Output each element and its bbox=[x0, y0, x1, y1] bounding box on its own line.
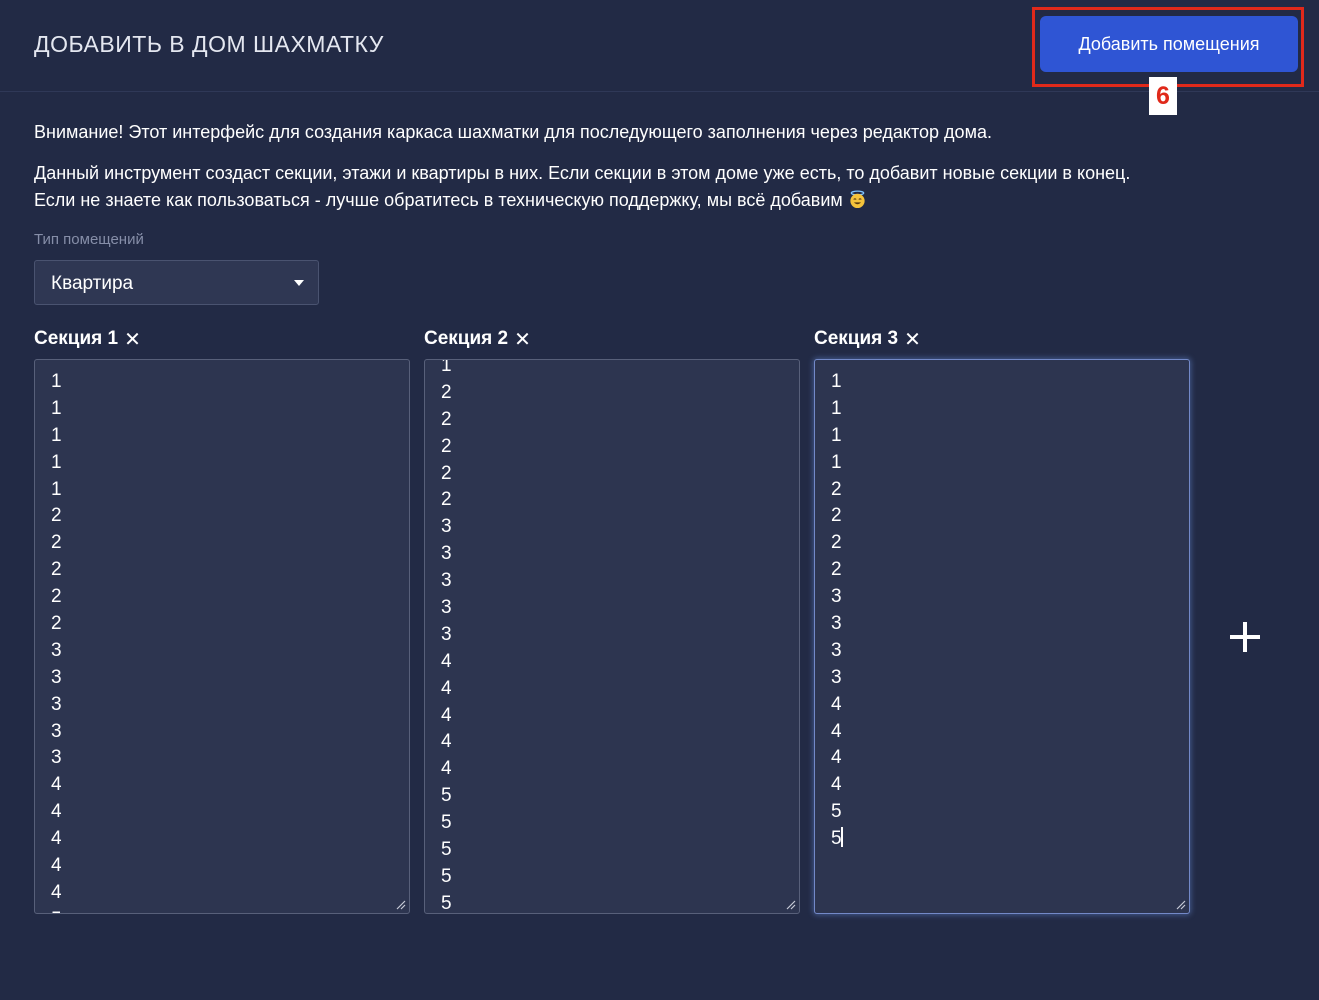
text-cursor bbox=[840, 827, 843, 848]
textarea-line: 2 bbox=[831, 532, 842, 554]
halo-smile-emoji-icon bbox=[850, 190, 865, 209]
header: ДОБАВИТЬ В ДОМ ШАХМАТКУ Добавить помещен… bbox=[0, 0, 1319, 115]
section-header: Секция 2 ✕ bbox=[424, 326, 800, 352]
room-type-value: Квартира bbox=[51, 273, 134, 294]
plus-icon[interactable] bbox=[1222, 614, 1268, 660]
notice-support-line: Если не знаете как пользоваться - лучше … bbox=[34, 187, 1130, 214]
textarea-line: 4 bbox=[441, 677, 452, 699]
textarea-line: 4 bbox=[831, 720, 842, 742]
textarea-line: 1 bbox=[51, 371, 62, 392]
section-2-textarea[interactable]: 1 2 2 2 2 2 3 3 3 3 3 4 4 4 4 4 5 5 5 5 5 bbox=[424, 359, 800, 914]
section-title: Секция 1 bbox=[34, 328, 119, 349]
textarea-line: 1 bbox=[831, 424, 842, 446]
textarea-line: 5 bbox=[51, 907, 62, 913]
page-title: ДОБАВИТЬ В ДОМ ШАХМАТКУ bbox=[34, 31, 384, 57]
textarea-line: 3 bbox=[831, 639, 842, 661]
textarea-line: 3 bbox=[51, 639, 62, 661]
textarea-line: 2 bbox=[831, 559, 842, 581]
textarea-line: 4 bbox=[441, 758, 452, 780]
section-3: Секция 3 ✕ 1 1 1 1 2 2 2 2 3 3 3 3 4 4 4 4 5 5 bbox=[814, 326, 1190, 914]
textarea-line: 4 bbox=[441, 650, 452, 672]
step-badge: 6 bbox=[1149, 77, 1177, 115]
textarea-line: 1 bbox=[831, 397, 842, 419]
textarea-line: 3 bbox=[51, 747, 62, 769]
section-header: Секция 1 ✕ bbox=[34, 326, 410, 352]
notice-warning: Внимание! Этот интерфейс для создания ка… bbox=[34, 122, 992, 142]
room-type-label: Тип помещений bbox=[34, 231, 144, 248]
textarea-line: 2 bbox=[51, 532, 62, 554]
textarea-line: 4 bbox=[831, 774, 842, 796]
chevron-down-icon bbox=[294, 280, 304, 286]
textarea-line: 3 bbox=[51, 693, 62, 715]
textarea-line: 1 bbox=[441, 359, 452, 376]
textarea-line: 5 bbox=[441, 812, 452, 834]
textarea-line: 3 bbox=[831, 613, 842, 635]
resize-grip-icon[interactable] bbox=[786, 900, 796, 910]
textarea-line: 3 bbox=[441, 543, 452, 565]
room-type-select[interactable]: Квартира bbox=[34, 260, 319, 305]
textarea-line: 5 bbox=[441, 839, 452, 861]
textarea-line: 5 bbox=[441, 785, 452, 807]
textarea-line: 1 bbox=[831, 371, 842, 392]
section-header: Секция 3 ✕ bbox=[814, 326, 1190, 352]
close-icon[interactable]: ✕ bbox=[124, 327, 141, 352]
add-rooms-button[interactable]: Добавить помещения bbox=[1040, 16, 1298, 72]
section-3-textarea[interactable]: 1 1 1 1 2 2 2 2 3 3 3 3 4 4 4 4 5 5 bbox=[814, 359, 1190, 914]
textarea-lines: 1 1 1 1 2 2 2 2 3 3 3 3 4 4 4 4 5 5 bbox=[831, 369, 843, 853]
textarea-line: 2 bbox=[831, 505, 842, 527]
textarea-line: 5 bbox=[831, 827, 843, 850]
resize-grip-icon[interactable] bbox=[1176, 900, 1186, 910]
section-2: Секция 2 ✕ 1 2 2 2 2 2 3 3 3 3 3 4 4 4 4 4 5 5 5 5 5 bbox=[424, 326, 800, 914]
section-1: Секция 1 ✕ 1 1 1 1 1 2 2 2 2 2 3 3 3 3 3 4 4 4 4 4 5 bbox=[34, 326, 410, 914]
section-title: Секция 2 bbox=[424, 328, 509, 349]
textarea-line: 2 bbox=[831, 478, 842, 500]
textarea-line: 3 bbox=[831, 586, 842, 608]
textarea-lines: 1 2 2 2 2 2 3 3 3 3 3 4 4 4 4 4 5 5 5 5 5 bbox=[441, 359, 452, 914]
textarea-line: 4 bbox=[51, 828, 62, 850]
textarea-line: 5 bbox=[441, 892, 452, 914]
textarea-line: 2 bbox=[441, 435, 452, 457]
textarea-line: 4 bbox=[51, 774, 62, 796]
section-1-textarea[interactable]: 1 1 1 1 1 2 2 2 2 2 3 3 3 3 3 4 4 4 4 4 5 bbox=[34, 359, 410, 914]
textarea-line: 2 bbox=[441, 462, 452, 484]
textarea-line: 2 bbox=[51, 559, 62, 581]
resize-grip-icon[interactable] bbox=[396, 900, 406, 910]
textarea-line: 4 bbox=[831, 693, 842, 715]
section-title: Секция 3 bbox=[814, 328, 899, 349]
notice-support-text: Если не знаете как пользоваться - лучше … bbox=[34, 190, 843, 210]
textarea-line: 3 bbox=[441, 570, 452, 592]
textarea-line: 2 bbox=[51, 613, 62, 635]
close-icon[interactable]: ✕ bbox=[904, 327, 921, 352]
textarea-line: 2 bbox=[51, 586, 62, 608]
textarea-line: 5 bbox=[831, 801, 842, 823]
textarea-line: 2 bbox=[441, 489, 452, 511]
textarea-line: 1 bbox=[831, 451, 842, 473]
textarea-line: 2 bbox=[51, 505, 62, 527]
textarea-line: 1 bbox=[51, 424, 62, 446]
textarea-line: 3 bbox=[441, 623, 452, 645]
textarea-line: 3 bbox=[831, 666, 842, 688]
textarea-line: 4 bbox=[831, 747, 842, 769]
textarea-line: 4 bbox=[51, 881, 62, 903]
textarea-line: 3 bbox=[51, 666, 62, 688]
textarea-line: 1 bbox=[51, 478, 62, 500]
textarea-line: 4 bbox=[51, 855, 62, 877]
textarea-line: 3 bbox=[51, 720, 62, 742]
textarea-line: 3 bbox=[441, 597, 452, 619]
notice-description: Данный инструмент создаст секции, этажи … bbox=[34, 160, 1130, 214]
textarea-lines: 1 1 1 1 1 2 2 2 2 2 3 3 3 3 3 4 4 4 4 4 5 bbox=[51, 369, 62, 913]
textarea-line: 4 bbox=[441, 704, 452, 726]
textarea-line: 2 bbox=[441, 408, 452, 430]
textarea-line: 1 bbox=[51, 397, 62, 419]
textarea-line: 2 bbox=[441, 381, 452, 403]
textarea-line: 4 bbox=[441, 731, 452, 753]
textarea-line: 4 bbox=[51, 801, 62, 823]
close-icon[interactable]: ✕ bbox=[514, 327, 531, 352]
notice-description-line: Данный инструмент создаст секции, этажи … bbox=[34, 163, 1131, 183]
textarea-line: 1 bbox=[51, 451, 62, 473]
textarea-line: 3 bbox=[441, 516, 452, 538]
textarea-line: 5 bbox=[441, 865, 452, 887]
